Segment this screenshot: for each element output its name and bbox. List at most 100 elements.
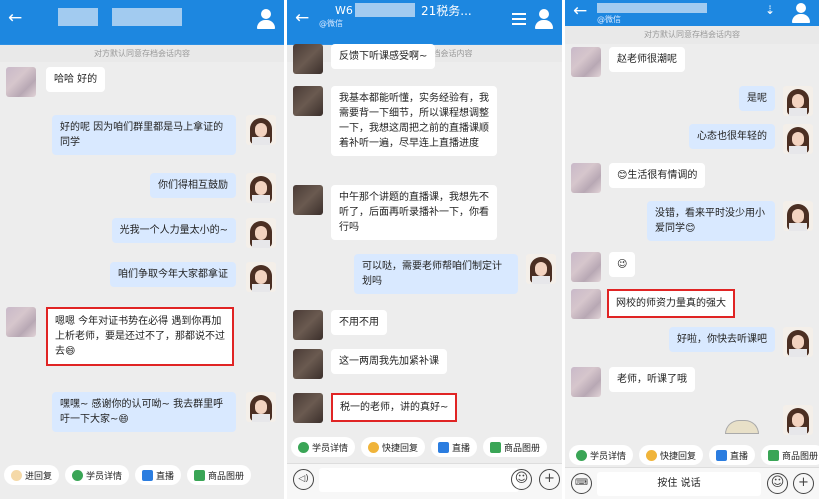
chip-label: 直播 bbox=[730, 451, 749, 462]
chat-panel-3: ← @微信 ⇣ 对方默认同意存档会话内容 赵老师很潮呢 是呢 心态也很年轻的 😊… bbox=[565, 0, 819, 499]
message-bubble: 我基本都能听懂，实务经验有，我需要背一下细节，所以课程想调整一下，我想这周把之前… bbox=[331, 86, 497, 156]
plus-icon[interactable]: + bbox=[539, 469, 560, 490]
chat-panel-1: ← 对方默认同意存档会话内容 哈哈 好的 好的呢 因为咱们群里都是马上拿证的同学… bbox=[0, 0, 287, 499]
chat-message: 嘿嘿~ 感谢你的认可呦~ 我去群里呼吁一下大家~😄 bbox=[52, 392, 276, 432]
chip-quick-reply[interactable]: 快捷回复 bbox=[639, 445, 704, 465]
three-chat-screenshots: ← 对方默认同意存档会话内容 哈哈 好的 好的呢 因为咱们群里都是马上拿证的同学… bbox=[0, 0, 822, 499]
chat-message: 好啦，你快去听课吧 bbox=[669, 327, 813, 357]
archive-notice: 对方默认同意存档会话内容 bbox=[0, 44, 284, 62]
chip-product-album[interactable]: 商品图册 bbox=[761, 445, 819, 465]
back-arrow-icon[interactable]: ← bbox=[8, 10, 22, 27]
chip-student-details[interactable]: 学员详情 bbox=[65, 465, 130, 485]
avatar[interactable] bbox=[783, 86, 813, 116]
avatar[interactable] bbox=[783, 124, 813, 154]
menu-icon[interactable] bbox=[512, 10, 526, 28]
chip-student-details[interactable]: 学员详情 bbox=[569, 445, 634, 465]
chat-message: 嗯嗯 今年对证书势在必得 遇到你再加上析老师，要是还过不了，那都说不过去😄 bbox=[6, 307, 234, 366]
avatar[interactable] bbox=[293, 393, 323, 423]
chip-label: 学员详情 bbox=[86, 471, 123, 482]
chat-message: 光我一个人力量太小的~ bbox=[111, 218, 276, 248]
emoji-icon[interactable]: ☺ bbox=[767, 473, 788, 494]
chip-label: 商品图册 bbox=[782, 451, 819, 462]
chip-student-details[interactable]: 学员详情 bbox=[291, 437, 356, 457]
chat-message: 😉 bbox=[571, 252, 636, 282]
avatar[interactable] bbox=[246, 262, 276, 292]
contact-profile-icon[interactable] bbox=[534, 9, 554, 31]
avatar[interactable] bbox=[246, 218, 276, 248]
chip-live[interactable]: 直播 bbox=[431, 437, 478, 457]
input-bar: ⌨ 按住 说话 ☺ + bbox=[565, 467, 819, 499]
avatar[interactable] bbox=[246, 115, 276, 145]
message-bubble: 这一两周我先加紧补课 bbox=[331, 349, 447, 374]
plus-icon[interactable]: + bbox=[793, 473, 814, 494]
message-bubble: 中午那个讲题的直播课，我想先不听了，后面再听录播补一下，你看行吗 bbox=[331, 185, 497, 240]
blurred-title bbox=[58, 8, 98, 26]
avatar[interactable] bbox=[571, 47, 601, 77]
avatar[interactable] bbox=[571, 163, 601, 193]
album-icon bbox=[768, 449, 780, 461]
keyboard-icon[interactable]: ⌨ bbox=[571, 473, 592, 494]
message-bubble: 反馈下听课感受啊~ bbox=[331, 44, 436, 69]
chat-message: 没错，看来平时没少用小爱同学😊 bbox=[647, 201, 813, 241]
top-bar: ← bbox=[0, 0, 284, 44]
voice-toggle-icon[interactable]: ◁) bbox=[293, 469, 314, 490]
avatar[interactable] bbox=[783, 327, 813, 357]
live-icon bbox=[142, 469, 154, 481]
chip-reply[interactable]: 进回复 bbox=[4, 465, 60, 485]
chip-live[interactable]: 直播 bbox=[135, 465, 182, 485]
avatar[interactable] bbox=[293, 86, 323, 116]
chat-message bbox=[783, 405, 813, 435]
hold-to-talk-button[interactable]: 按住 说话 bbox=[597, 472, 761, 496]
chip-label: 直播 bbox=[452, 443, 471, 454]
message-input[interactable] bbox=[319, 468, 519, 492]
chip-live[interactable]: 直播 bbox=[709, 445, 756, 465]
avatar[interactable] bbox=[783, 405, 813, 435]
avatar[interactable] bbox=[293, 185, 323, 215]
back-arrow-icon[interactable]: ← bbox=[573, 3, 587, 20]
avatar[interactable] bbox=[783, 201, 813, 231]
avatar[interactable] bbox=[246, 392, 276, 422]
contact-profile-icon[interactable] bbox=[791, 3, 811, 25]
avatar[interactable] bbox=[293, 310, 323, 340]
message-bubble: 老师，听课了哦 bbox=[609, 367, 695, 392]
live-icon bbox=[438, 441, 450, 453]
avatar[interactable] bbox=[6, 67, 36, 97]
input-bar: ◁) ☺ + bbox=[287, 463, 562, 499]
chat-message: 好的呢 因为咱们群里都是马上拿证的同学 bbox=[52, 115, 276, 155]
highlighted-message-bubble: 税一的老师，讲的真好~ bbox=[331, 393, 458, 422]
chip-product-album[interactable]: 商品图册 bbox=[187, 465, 252, 485]
back-arrow-icon[interactable]: ← bbox=[295, 10, 309, 27]
chip-quick-reply[interactable]: 快捷回复 bbox=[361, 437, 426, 457]
avatar[interactable] bbox=[293, 44, 323, 74]
emoji-icon[interactable]: ☺ bbox=[511, 469, 532, 490]
message-bubble: 光我一个人力量太小的~ bbox=[111, 218, 236, 243]
avatar[interactable] bbox=[571, 252, 601, 282]
message-bubble: 赵老师很潮呢 bbox=[609, 47, 685, 72]
album-icon bbox=[194, 469, 206, 481]
switch-icon[interactable]: ⇣ bbox=[765, 3, 775, 17]
message-bubble: 😊生活很有情调的 bbox=[609, 163, 706, 188]
blurred-title bbox=[597, 3, 707, 13]
chat-message: 赵老师很潮呢 bbox=[571, 47, 685, 77]
message-bubble: 嘿嘿~ 感谢你的认可呦~ 我去群里呼吁一下大家~😄 bbox=[52, 392, 236, 432]
chip-product-album[interactable]: 商品图册 bbox=[483, 437, 548, 457]
chat-message: 你们得相互鼓励 bbox=[150, 173, 276, 203]
message-bubble: 哈哈 好的 bbox=[46, 67, 106, 92]
chat-message: 网校的师资力量真的强大 bbox=[571, 289, 735, 319]
avatar[interactable] bbox=[246, 173, 276, 203]
avatar[interactable] bbox=[571, 367, 601, 397]
student-icon bbox=[298, 441, 309, 453]
chip-label: 快捷回复 bbox=[382, 443, 419, 454]
message-bubble: 心态也很年轻的 bbox=[689, 124, 775, 149]
chip-label: 商品图册 bbox=[208, 471, 245, 482]
avatar[interactable] bbox=[293, 349, 323, 379]
avatar[interactable] bbox=[6, 307, 36, 337]
contact-profile-icon[interactable] bbox=[256, 9, 276, 31]
blurred-title bbox=[112, 8, 182, 26]
chat-message: 反馈下听课感受啊~ bbox=[293, 44, 436, 74]
quick-toolbar: 学员详情 快捷回复 直播 商品图册 bbox=[565, 442, 819, 468]
chat-message: 中午那个讲题的直播课，我想先不听了，后面再听录播补一下，你看行吗 bbox=[293, 185, 497, 240]
chat-message: 我基本都能听懂，实务经验有，我需要背一下细节，所以课程想调整一下，我想这周把之前… bbox=[293, 86, 497, 156]
avatar[interactable] bbox=[571, 289, 601, 319]
avatar[interactable] bbox=[526, 254, 556, 284]
